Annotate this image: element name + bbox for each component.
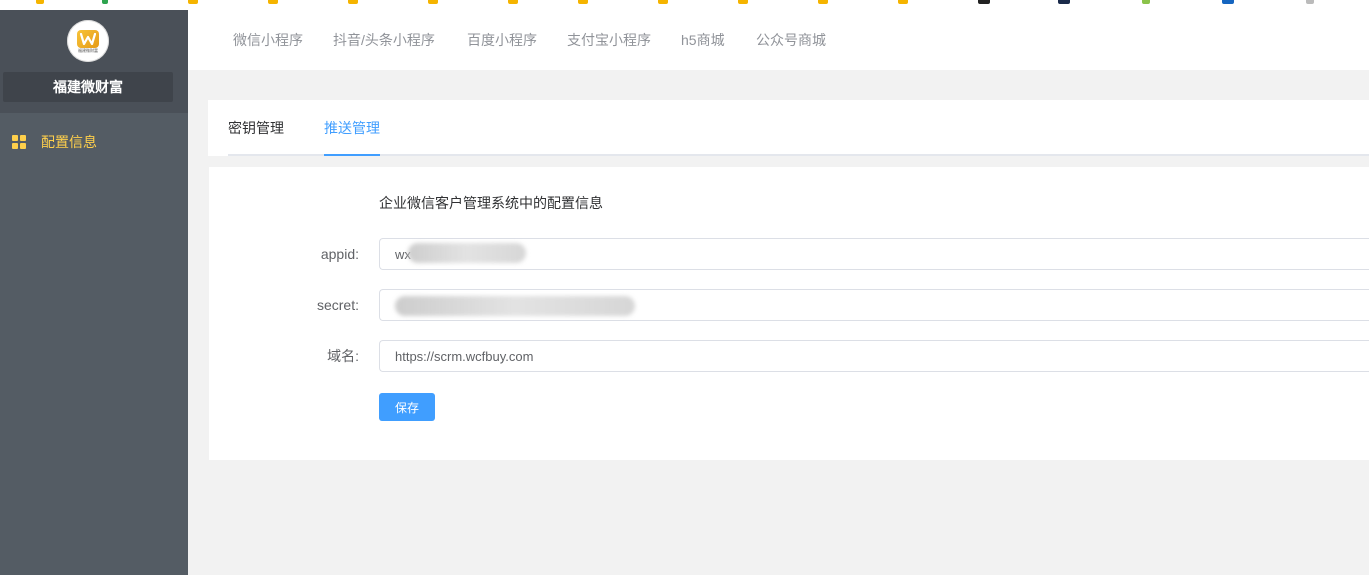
brand-logo[interactable]: 福建微财富 [67,20,109,62]
nav-wechat-miniprogram[interactable]: 微信小程序 [233,10,303,70]
secret-label: secret: [316,297,359,313]
nav-official-account-mall[interactable]: 公众号商城 [756,10,826,70]
bookmark-icon[interactable] [818,0,828,4]
logo-caption: 福建微财富 [78,47,98,53]
tab-key-management[interactable]: 密钥管理 [228,100,284,156]
brand-name: 福建微财富 [3,72,173,102]
sidebar: 福建微财富 福建微财富 配置信息 [0,10,188,575]
logo-w-icon [77,29,99,48]
bookmark-icon[interactable] [898,0,908,4]
tab-push-management[interactable]: 推送管理 [324,100,380,156]
bookmark-icon[interactable] [268,0,278,4]
secret-redaction [395,296,635,316]
nav-h5-mall[interactable]: h5商城 [681,10,725,70]
nav-douyin-miniprogram[interactable]: 抖音/头条小程序 [333,10,435,70]
form-description: 企业微信客户管理系统中的配置信息 [379,195,603,211]
save-button[interactable]: 保存 [379,393,435,421]
nav-baidu-miniprogram[interactable]: 百度小程序 [467,10,537,70]
bookmarks-bar [0,0,1369,10]
bookmark-icon[interactable] [978,0,990,4]
bookmark-icon[interactable] [578,0,588,4]
sidebar-item-label: 配置信息 [41,134,97,150]
bookmark-icon[interactable] [658,0,668,4]
bookmark-icon[interactable] [1142,0,1150,4]
tabs-card: 密钥管理 推送管理 [208,100,1369,156]
bookmark-icon[interactable] [428,0,438,4]
sidebar-item-config-info[interactable]: 配置信息 [0,127,188,157]
appid-label: appid: [320,246,359,262]
top-nav: 微信小程序 抖音/头条小程序 百度小程序 支付宝小程序 h5商城 公众号商城 [188,10,1369,70]
bookmark-icon[interactable] [738,0,748,4]
logo-badge: 福建微财富 [71,24,105,58]
tab-active-indicator [324,154,380,156]
domain-input[interactable] [379,340,1369,372]
bookmark-icon[interactable] [188,0,198,4]
grid-icon [12,135,26,149]
bookmark-icon[interactable] [1222,0,1234,4]
tabs-divider [228,154,1369,156]
bookmark-icon[interactable] [36,0,44,4]
nav-alipay-miniprogram[interactable]: 支付宝小程序 [567,10,651,70]
bookmark-icon[interactable] [348,0,358,4]
sidebar-header: 福建微财富 福建微财富 [0,10,188,113]
domain-label: 域名: [327,348,359,364]
bookmark-icon[interactable] [508,0,518,4]
appid-redaction [408,243,526,263]
bookmark-icon[interactable] [1058,0,1070,4]
appid-input[interactable] [379,238,1369,270]
bookmark-icon[interactable] [102,0,108,4]
bookmark-icon[interactable] [1306,0,1314,4]
